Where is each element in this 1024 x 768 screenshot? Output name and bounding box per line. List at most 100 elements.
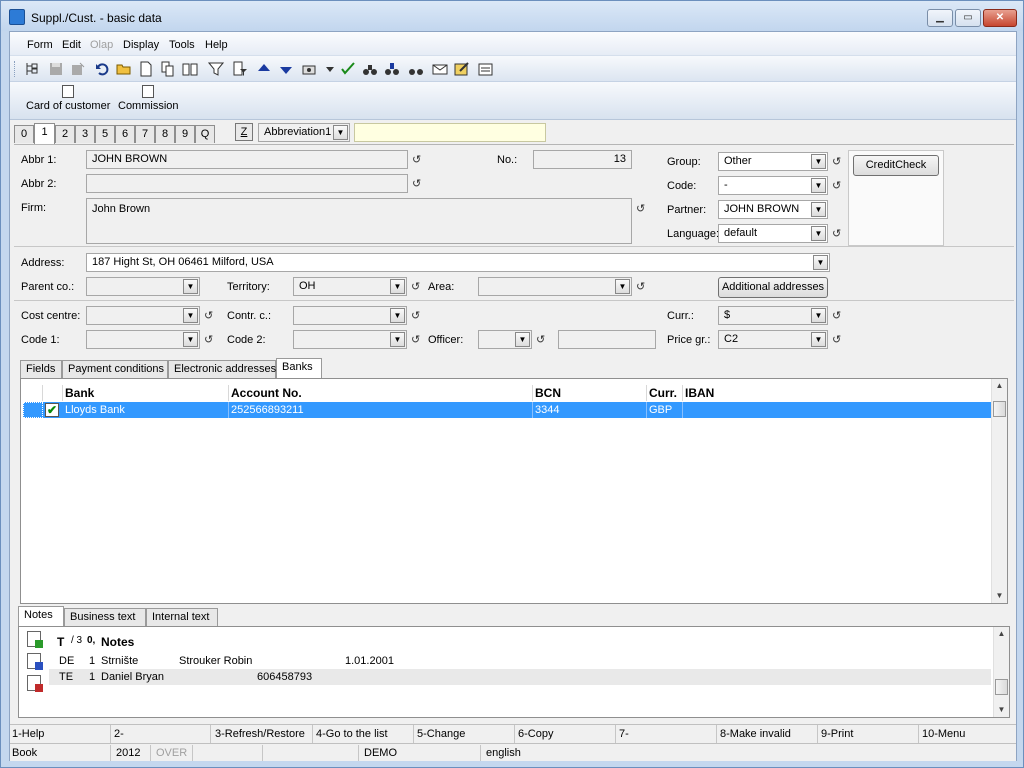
bcn-header[interactable]: BCN [533,385,647,401]
abbr2-field[interactable] [86,174,408,193]
pricegr-select[interactable]: C2 ▼ [718,330,828,349]
parentco-select[interactable]: ▼ [86,277,200,296]
close-button[interactable]: ✕ [983,9,1017,27]
delete-note-icon[interactable] [27,675,43,692]
history-icon[interactable]: ↺ [204,309,213,322]
table-row[interactable]: ✔ Lloyds Bank 252566893211 3344 GBP [23,402,991,418]
camera-icon[interactable] [302,61,318,77]
partner-select[interactable]: JOHN BROWN ▼ [718,200,828,219]
f6-copy[interactable]: 6-Copy [518,728,553,740]
arrow-down-icon[interactable] [278,61,294,77]
tab-banks[interactable]: Banks [276,358,322,379]
curr-select[interactable]: $ ▼ [718,306,828,325]
group-select[interactable]: Other ▼ [718,152,828,171]
scroll-down-icon[interactable]: ▼ [992,589,1007,603]
quick-search-input[interactable] [354,123,546,142]
copy-document-icon[interactable] [160,61,176,77]
sort-field-select[interactable]: Abbreviation1 ▼ [258,123,350,142]
edit-note-icon[interactable] [454,61,470,77]
tab-electronic-addresses[interactable]: Electronic addresses [168,360,276,378]
tab-8[interactable]: 8 [155,125,175,143]
history-icon[interactable]: ↺ [636,280,645,293]
scroll-thumb[interactable] [995,679,1008,695]
f8-make-invalid[interactable]: 8-Make invalid [720,728,791,740]
notes-header[interactable]: Notes [101,635,134,649]
account-header[interactable]: Account No. [229,385,533,401]
tab-7[interactable]: 7 [135,125,155,143]
f9-print[interactable]: 9-Print [821,728,853,740]
card-of-customer-button[interactable]: Card of customer [26,85,110,112]
menu-form[interactable]: Form [27,39,53,51]
history-icon[interactable]: ↺ [636,202,645,215]
no-field[interactable]: 13 [533,150,632,169]
scroll-up-icon[interactable]: ▲ [994,627,1009,641]
tree-icon[interactable] [24,61,40,77]
commission-button[interactable]: Commission [118,85,179,112]
sort-z-button[interactable]: Z [235,123,253,141]
tab-6[interactable]: 6 [115,125,135,143]
notes-seq-header[interactable]: / 3 [71,635,82,646]
list-item[interactable]: DE 1 Strnište Strouker Robin 1.01.2001 [49,653,991,669]
history-icon[interactable]: ↺ [412,177,421,190]
notes-scrollbar[interactable]: ▲ ▼ [993,627,1009,717]
menu-tools[interactable]: Tools [169,39,195,51]
document-filter-icon[interactable] [232,61,248,77]
officer-select[interactable]: ▼ [478,330,532,349]
envelope-icon[interactable] [432,61,448,77]
banks-scrollbar[interactable]: ▲ ▼ [991,379,1007,603]
history-icon[interactable]: ↺ [204,333,213,346]
history-icon[interactable]: ↺ [832,155,841,168]
f10-menu[interactable]: 10-Menu [922,728,965,740]
address-select[interactable]: 187 Hight St, OH 06461 Milford, USA ▼ [86,253,830,272]
history-icon[interactable]: ↺ [411,309,420,322]
minimize-button[interactable]: ▁ [927,9,953,27]
list-item[interactable]: TE 1 Daniel Bryan 606458793 [49,669,991,685]
code2-select[interactable]: ▼ [293,330,407,349]
history-icon[interactable]: ↺ [411,280,420,293]
costcentre-select[interactable]: ▼ [86,306,200,325]
area-select[interactable]: ▼ [478,277,632,296]
menu-edit[interactable]: Edit [62,39,81,51]
firm-field[interactable]: John Brown [86,198,632,244]
code1-select[interactable]: ▼ [86,330,200,349]
tab-9[interactable]: 9 [175,125,195,143]
iban-header[interactable]: IBAN [683,385,983,401]
scroll-up-icon[interactable]: ▲ [992,379,1007,393]
f2-key[interactable]: 2- [114,728,124,740]
contrc-select[interactable]: ▼ [293,306,407,325]
abbr1-field[interactable]: JOHN BROWN [86,150,408,169]
scroll-thumb[interactable] [993,401,1006,417]
tab-5[interactable]: 5 [95,125,115,143]
history-icon[interactable]: ↺ [412,153,421,166]
f3-refresh-restore[interactable]: 3-Refresh/Restore [215,728,305,740]
dropdown-arrow-icon[interactable] [322,61,338,77]
history-icon[interactable]: ↺ [832,333,841,346]
checkmark-icon[interactable]: ✔ [45,403,59,417]
toolbar-grip[interactable] [14,61,17,77]
add-note-icon[interactable] [27,631,43,648]
curr-header[interactable]: Curr. [647,385,683,401]
edit-note-icon[interactable] [27,653,43,670]
find-all-icon[interactable] [408,61,424,77]
filter-icon[interactable] [208,61,224,77]
binoculars-icon[interactable] [362,61,378,77]
tab-1[interactable]: 1 [34,123,55,144]
additional-addresses-button[interactable]: Additional addresses [718,277,828,298]
language-select[interactable]: default ▼ [718,224,828,243]
bank-header[interactable]: Bank [63,385,229,401]
tab-internal-text[interactable]: Internal text [146,608,218,626]
f5-change[interactable]: 5-Change [417,728,465,740]
notes-attach-header[interactable]: 0, [87,635,95,646]
tab-payment-conditions[interactable]: Payment conditions [62,360,168,378]
f4-go-to-list[interactable]: 4-Go to the list [316,728,388,740]
history-icon[interactable]: ↺ [411,333,420,346]
f7-key[interactable]: 7- [619,728,629,740]
title-bar[interactable]: Suppl./Cust. - basic data ▁ ▭ ✕ [1,1,1023,31]
menu-display[interactable]: Display [123,39,159,51]
undo-icon[interactable] [94,61,110,77]
arrow-up-icon[interactable] [256,61,272,77]
tab-2[interactable]: 2 [55,125,75,143]
code-select[interactable]: - ▼ [718,176,828,195]
tab-0[interactable]: 0 [14,125,34,143]
new-document-icon[interactable] [138,61,154,77]
